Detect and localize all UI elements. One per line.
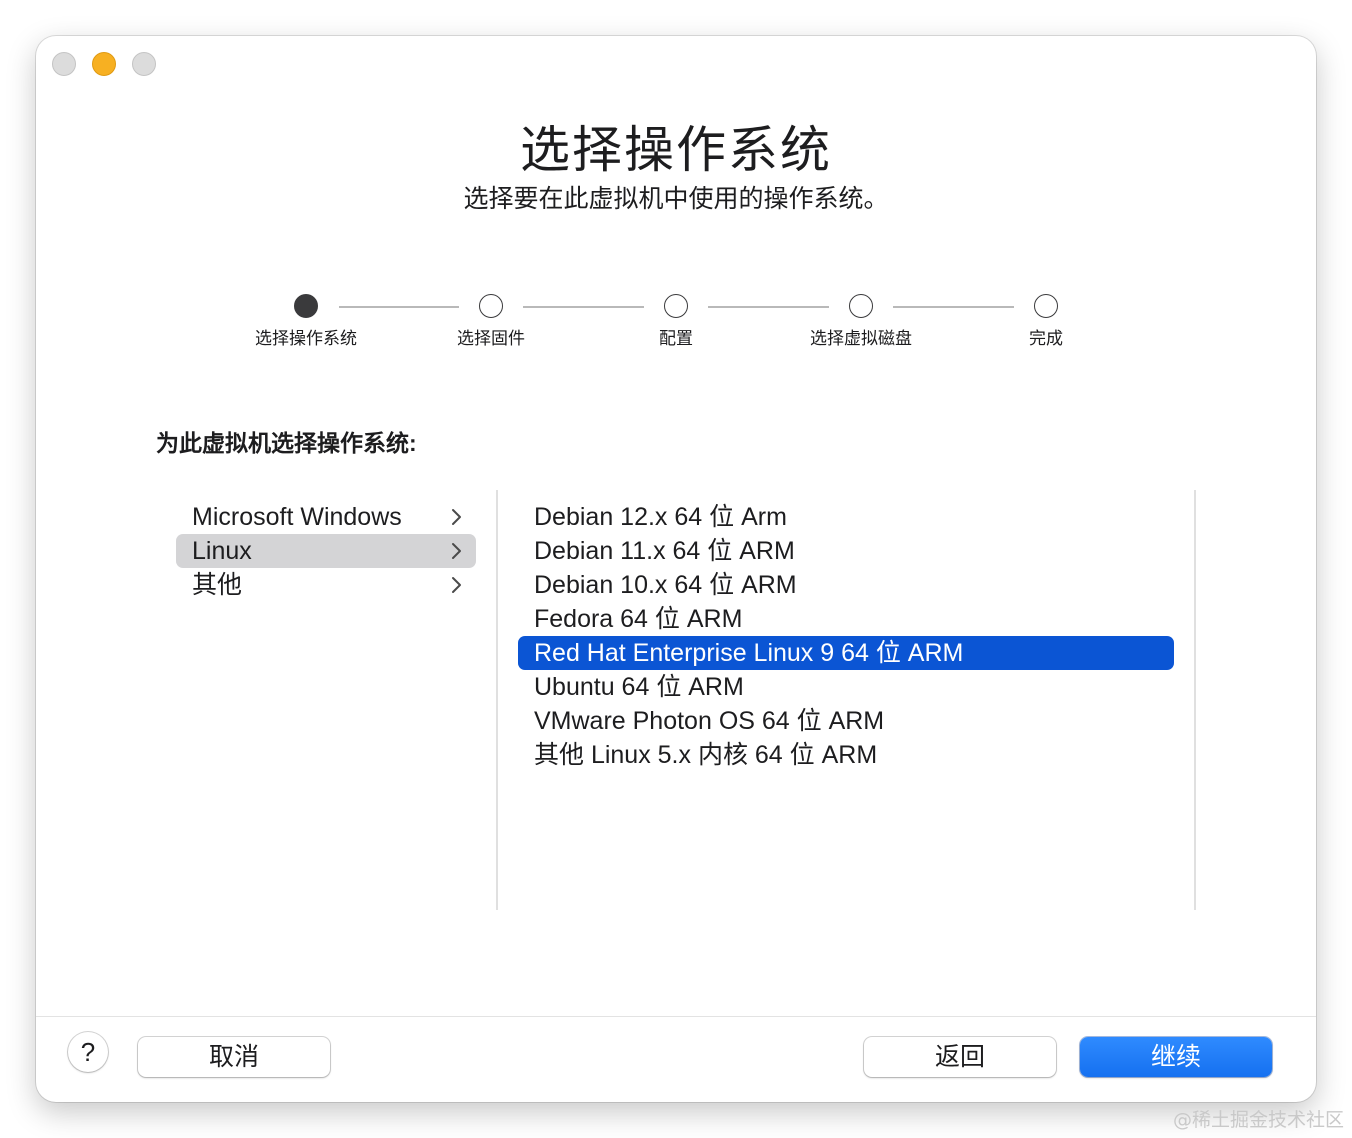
step-label: 完成: [1029, 329, 1063, 348]
step-finish: 完成: [966, 294, 1126, 349]
watermark: @稀土掘金技术社区: [1172, 1109, 1344, 1131]
step-label: 选择固件: [457, 329, 525, 348]
footer-divider: [36, 1016, 1316, 1017]
back-button[interactable]: 返回: [864, 1037, 1056, 1077]
chevron-right-icon: [452, 509, 461, 525]
os-item-fedora[interactable]: Fedora 64 位 ARM: [518, 602, 1174, 636]
cancel-button[interactable]: 取消: [138, 1037, 330, 1077]
step-indicator-active: [294, 294, 318, 318]
step-label: 选择虚拟磁盘: [810, 329, 912, 348]
category-microsoft-windows[interactable]: Microsoft Windows: [176, 500, 476, 534]
category-label: Linux: [192, 537, 252, 565]
page-title: 选择操作系统: [520, 122, 832, 178]
os-item-ubuntu[interactable]: Ubuntu 64 位 ARM: [518, 670, 1174, 704]
os-item-debian-12[interactable]: Debian 12.x 64 位 Arm: [518, 500, 1174, 534]
step-select-firmware: 选择固件: [411, 294, 571, 349]
step-select-os: 选择操作系统: [226, 294, 386, 349]
step-indicator: [664, 294, 688, 318]
section-label: 为此虚拟机选择操作系统:: [156, 430, 417, 456]
page-subtitle: 选择要在此虚拟机中使用的操作系统。: [463, 185, 889, 213]
os-item-other-linux-5x[interactable]: 其他 Linux 5.x 内核 64 位 ARM: [518, 738, 1174, 772]
os-category-list: Microsoft Windows Linux 其他: [176, 500, 476, 602]
os-item-rhel-9[interactable]: Red Hat Enterprise Linux 9 64 位 ARM: [518, 636, 1174, 670]
category-other[interactable]: 其他: [176, 568, 476, 602]
step-configure: 配置: [596, 294, 756, 349]
step-indicator: [1034, 294, 1058, 318]
step-select-disk: 选择虚拟磁盘: [781, 294, 941, 349]
os-item-debian-11[interactable]: Debian 11.x 64 位 ARM: [518, 534, 1174, 568]
step-label: 配置: [659, 329, 693, 348]
step-indicator: [849, 294, 873, 318]
os-item-photon-os[interactable]: VMware Photon OS 64 位 ARM: [518, 704, 1174, 738]
category-label: Microsoft Windows: [192, 503, 402, 531]
os-item-debian-10[interactable]: Debian 10.x 64 位 ARM: [518, 568, 1174, 602]
category-label: 其他: [192, 571, 243, 599]
step-label: 选择操作系统: [255, 329, 357, 348]
column-divider: [1194, 490, 1196, 910]
category-linux[interactable]: Linux: [176, 534, 476, 568]
chevron-right-icon: [452, 543, 461, 559]
minimize-window-button[interactable]: [92, 52, 116, 76]
chevron-right-icon: [452, 577, 461, 593]
assistant-window: 选择操作系统 选择要在此虚拟机中使用的操作系统。 选择操作系统 选择固件 配置 …: [36, 36, 1316, 1102]
continue-button[interactable]: 继续: [1080, 1037, 1272, 1077]
column-divider: [496, 490, 498, 910]
step-indicator: [479, 294, 503, 318]
zoom-window-button[interactable]: [132, 52, 156, 76]
os-version-list: Debian 12.x 64 位 Arm Debian 11.x 64 位 AR…: [518, 500, 1174, 772]
help-button[interactable]: ?: [68, 1032, 108, 1072]
close-window-button[interactable]: [52, 52, 76, 76]
